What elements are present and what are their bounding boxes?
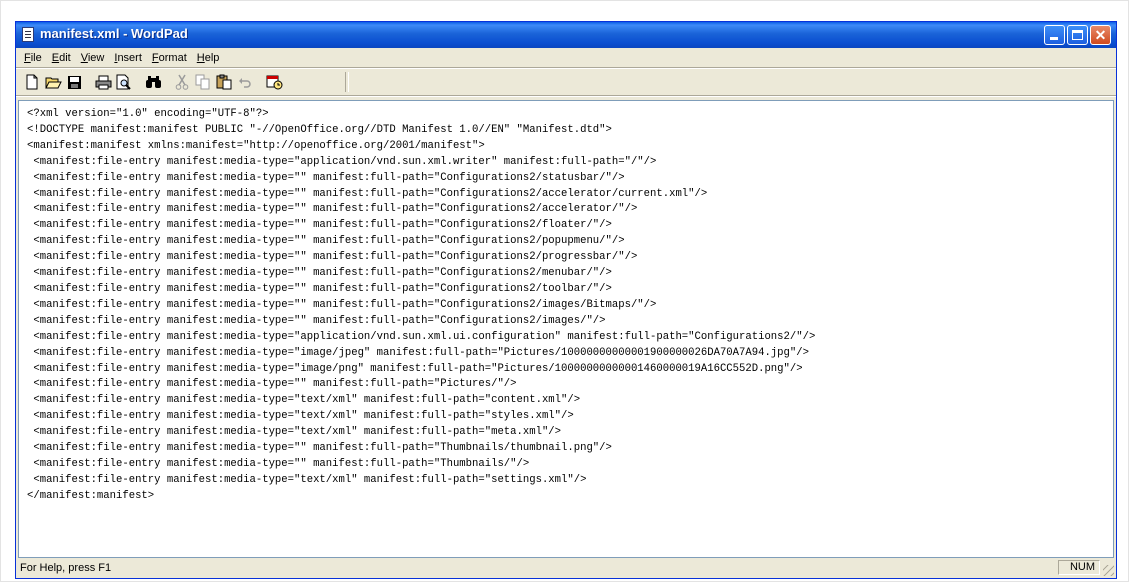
cut-button[interactable] — [173, 73, 191, 91]
document-line: <manifest:file-entry manifest:media-type… — [27, 442, 612, 455]
screenshot-frame: manifest.xml - WordPad ✕ File Edit View … — [0, 0, 1129, 582]
toolbar-separator — [16, 95, 1116, 97]
find-button[interactable] — [144, 73, 162, 91]
status-help-text: For Help, press F1 — [20, 562, 112, 574]
copy-button[interactable] — [194, 73, 212, 91]
print-icon — [95, 75, 111, 89]
document-line: <manifest:file-entry manifest:media-type… — [27, 187, 708, 200]
menu-help[interactable]: Help — [192, 52, 225, 64]
close-icon: ✕ — [1094, 27, 1107, 43]
window-controls: ✕ — [1044, 25, 1111, 45]
wordpad-window: manifest.xml - WordPad ✕ File Edit View … — [15, 21, 1117, 579]
document-line: <manifest:file-entry manifest:media-type… — [27, 171, 625, 184]
document-line: <manifest:file-entry manifest:media-type… — [27, 330, 816, 343]
document-editor[interactable]: <?xml version="1.0" encoding="UTF-8"?> <!… — [18, 100, 1114, 558]
minimize-button[interactable] — [1044, 25, 1065, 45]
print-preview-button[interactable] — [115, 73, 133, 91]
document-line: <manifest:file-entry manifest:media-type… — [27, 346, 809, 359]
document-line: <manifest:file-entry manifest:media-type… — [27, 314, 606, 327]
document-line: <manifest:file-entry manifest:media-type… — [27, 267, 612, 280]
document-line: </manifest:manifest> — [27, 489, 155, 502]
status-bar: For Help, press F1 NUM — [16, 558, 1116, 578]
document-line: <manifest:file-entry manifest:media-type… — [27, 473, 587, 486]
menu-format[interactable]: Format — [147, 52, 192, 64]
document-line: <manifest:file-entry manifest:media-type… — [27, 282, 612, 295]
toolbar — [19, 71, 348, 93]
document-line: <manifest:file-entry manifest:media-type… — [27, 251, 638, 264]
document-line: <manifest:file-entry manifest:media-type… — [27, 362, 803, 375]
undo-button[interactable] — [236, 73, 254, 91]
minimize-icon — [1050, 37, 1058, 40]
open-button[interactable] — [44, 73, 62, 91]
document-line: <!DOCTYPE manifest:manifest PUBLIC "-//O… — [27, 123, 612, 136]
print-preview-icon — [116, 74, 131, 90]
paste-icon — [216, 74, 232, 90]
open-icon — [44, 77, 62, 88]
undo-icon — [239, 78, 251, 88]
paste-button[interactable] — [215, 73, 233, 91]
menu-bar: File Edit View Insert Format Help — [16, 48, 1116, 67]
new-icon — [26, 74, 38, 90]
menu-edit[interactable]: Edit — [47, 52, 76, 64]
document-line: <manifest:file-entry manifest:media-type… — [27, 219, 612, 232]
close-button[interactable]: ✕ — [1090, 25, 1111, 45]
title-bar[interactable]: manifest.xml - WordPad ✕ — [16, 22, 1116, 48]
document-line: <manifest:file-entry manifest:media-type… — [27, 298, 657, 311]
menu-view[interactable]: View — [76, 52, 110, 64]
date-time-button[interactable] — [265, 73, 283, 91]
num-lock-indicator: NUM — [1058, 560, 1100, 575]
document-line: <manifest:file-entry manifest:media-type… — [27, 426, 562, 439]
window-title: manifest.xml - WordPad — [40, 26, 188, 41]
copy-icon — [195, 74, 210, 90]
document-line: <manifest:file-entry manifest:media-type… — [27, 457, 530, 470]
date-time-icon — [266, 75, 282, 90]
save-icon — [67, 75, 81, 89]
document-line: <manifest:file-entry manifest:media-type… — [27, 378, 517, 391]
toolbar-end-separator — [345, 72, 349, 92]
document-line: <manifest:file-entry manifest:media-type… — [27, 155, 657, 168]
menu-file[interactable]: File — [19, 52, 47, 64]
document-line: <manifest:file-entry manifest:media-type… — [27, 235, 625, 248]
menu-separator — [16, 67, 1116, 69]
cut-icon — [175, 74, 189, 90]
resize-grip-icon[interactable] — [1103, 565, 1114, 576]
document-line: <?xml version="1.0" encoding="UTF-8"?> — [27, 108, 269, 120]
document-line: <manifest:manifest xmlns:manifest="http:… — [27, 139, 485, 152]
document-text[interactable]: <?xml version="1.0" encoding="UTF-8"?> <!… — [19, 101, 1113, 505]
document-line: <manifest:file-entry manifest:media-type… — [27, 394, 581, 407]
maximize-icon — [1072, 30, 1083, 40]
menu-insert[interactable]: Insert — [109, 52, 147, 64]
maximize-button[interactable] — [1067, 25, 1088, 45]
document-icon[interactable] — [22, 27, 34, 42]
new-button[interactable] — [23, 73, 41, 91]
document-line: <manifest:file-entry manifest:media-type… — [27, 203, 638, 216]
document-line: <manifest:file-entry manifest:media-type… — [27, 410, 574, 423]
save-button[interactable] — [65, 73, 83, 91]
find-icon — [145, 76, 161, 88]
print-button[interactable] — [94, 73, 112, 91]
